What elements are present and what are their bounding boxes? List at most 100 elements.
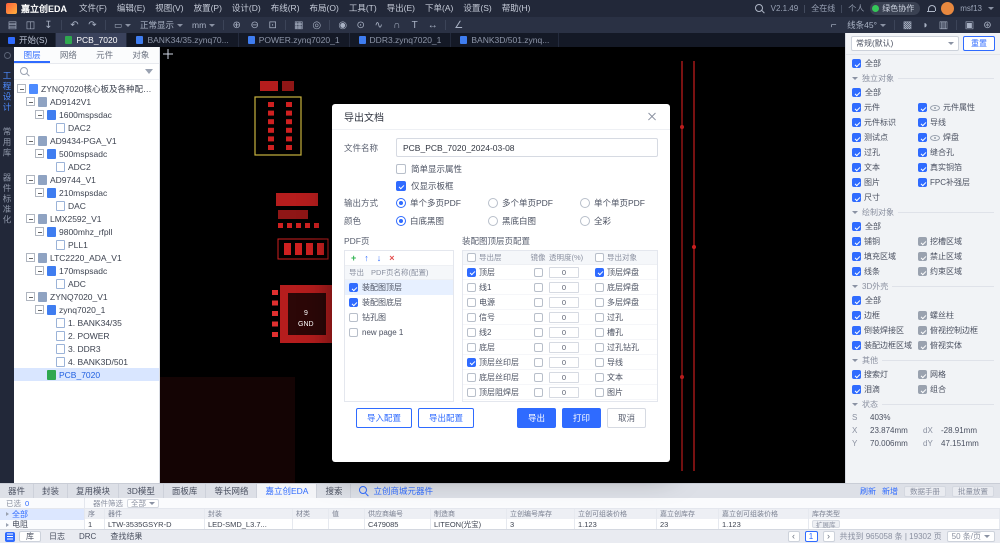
checkbox-icon[interactable] [349, 298, 358, 307]
column-header[interactable]: 嘉立创库存 [657, 509, 719, 519]
grid-icon[interactable]: ▦ [290, 18, 307, 32]
expander-icon[interactable] [35, 149, 44, 158]
checkbox-icon[interactable] [852, 252, 861, 261]
3d-view-icon[interactable]: ▣ [961, 18, 978, 32]
filter-item[interactable]: 约束区域 [918, 266, 994, 277]
filter-item[interactable]: 缝合孔 [918, 147, 994, 158]
expander-icon[interactable] [35, 227, 44, 236]
bottom-tab[interactable]: 嘉立创EDA [257, 484, 317, 498]
print-button[interactable]: 打印 [562, 408, 601, 428]
tree-item[interactable]: ADC2 [14, 160, 159, 173]
checkbox-icon[interactable] [918, 370, 927, 379]
zoom-in-icon[interactable]: ⊕ [228, 18, 245, 32]
column-header[interactable]: 器件 [105, 509, 205, 519]
checkbox-icon[interactable] [467, 388, 476, 397]
tree-item[interactable]: PLL1 [14, 238, 159, 251]
checkbox-icon[interactable] [595, 268, 604, 277]
teardrop-icon[interactable]: ◗ [917, 18, 934, 32]
filter-item[interactable]: 导线 [918, 117, 994, 128]
output-mode-option[interactable]: 多个单页PDF [488, 197, 580, 209]
checkbox-icon[interactable] [918, 267, 927, 276]
checkbox-icon[interactable] [852, 370, 861, 379]
column-header[interactable]: 立创编号库存 [507, 509, 575, 519]
export-button[interactable]: 导出 [517, 408, 556, 428]
pdf-page-row[interactable]: 装配图底层 [345, 295, 453, 310]
radio-icon[interactable] [396, 216, 406, 226]
filter-preset-select[interactable]: 常规(默认) [851, 36, 959, 51]
checkbox-icon[interactable] [852, 178, 861, 187]
pin-icon[interactable] [4, 52, 11, 59]
menubar-item[interactable]: 帮助(H) [497, 0, 536, 17]
save-icon[interactable]: ◫ [22, 18, 39, 32]
tree-search-input[interactable] [34, 66, 141, 77]
radio-icon[interactable] [580, 216, 590, 226]
filter-item[interactable]: 组合 [918, 384, 994, 395]
filter-section-header[interactable]: 绘制对象 [852, 205, 994, 219]
filter-item[interactable]: 焊盘 [918, 132, 994, 143]
account-type[interactable]: 个人 [848, 3, 864, 14]
tree-item[interactable]: 170mspsadc [14, 264, 159, 277]
menubar-item[interactable]: 工具(T) [344, 0, 382, 17]
checkbox-icon[interactable] [396, 181, 406, 191]
checkbox-icon[interactable] [595, 253, 604, 262]
move-page-down-icon[interactable]: ↓ [377, 254, 382, 263]
checkbox-icon[interactable] [918, 103, 927, 112]
tree-item[interactable]: ZYNQ7020核心板及各种配置模块 [14, 82, 159, 95]
left-panel-tab[interactable]: 图层 [14, 47, 50, 63]
color-mode-option[interactable]: 全彩 [580, 215, 672, 227]
checkbox-icon[interactable] [467, 313, 476, 322]
prev-page-button[interactable] [788, 531, 800, 542]
menubar-item[interactable]: 文件(F) [74, 0, 112, 17]
opacity-input[interactable]: 0 [549, 357, 579, 368]
menubar-item[interactable]: 下单(A) [420, 0, 458, 17]
filter-section-header[interactable]: 3D外壳 [852, 279, 994, 293]
filter-item[interactable]: 搜索灯 [852, 369, 918, 380]
column-header[interactable]: 序 [85, 509, 105, 519]
checkbox-icon[interactable] [852, 311, 861, 320]
place-track-icon[interactable]: ∿ [370, 18, 387, 32]
opacity-input[interactable]: 0 [549, 387, 579, 398]
part-filter-select[interactable]: 全部 [127, 499, 159, 508]
place-dimension-icon[interactable]: ↔ [424, 18, 441, 32]
checkbox-icon[interactable] [852, 222, 861, 231]
bottom-tab[interactable]: 面板库 [164, 484, 207, 498]
checkbox-icon[interactable] [534, 313, 543, 322]
tree-item[interactable]: 3. DDR3 [14, 342, 159, 355]
tree-item[interactable]: DAC2 [14, 121, 159, 134]
menubar-item[interactable]: 视图(V) [150, 0, 188, 17]
tree-item[interactable]: 500mspsadc [14, 147, 159, 160]
pdf-page-row[interactable]: new page 1 [345, 325, 453, 340]
filter-item[interactable]: 网格 [918, 369, 994, 380]
place-via-icon[interactable]: ⊙ [352, 18, 369, 32]
tree-item[interactable]: 4. BANK3D/501 [14, 355, 159, 368]
expander-icon[interactable] [26, 292, 35, 301]
checkbox-icon[interactable] [595, 388, 604, 397]
document-tab[interactable]: POWER.zynq7020_1 [239, 33, 350, 47]
parts-search[interactable]: 立创商城元器件 [351, 484, 441, 498]
menubar-item[interactable]: 设计(D) [227, 0, 266, 17]
category-item[interactable]: 全部 [0, 509, 84, 520]
radio-icon[interactable] [396, 198, 406, 208]
left-panel-tab[interactable]: 对象 [123, 47, 159, 63]
checkbox-icon[interactable] [852, 133, 861, 142]
checkbox-icon[interactable] [852, 326, 861, 335]
checkbox-icon[interactable] [534, 343, 543, 352]
close-icon[interactable] [646, 111, 658, 123]
filter-item[interactable]: 挖槽区域 [918, 236, 994, 247]
filter-section-header[interactable]: 其他 [852, 353, 994, 367]
checkbox-icon[interactable] [852, 118, 861, 127]
color-mode-option[interactable]: 白底黑图 [396, 215, 488, 227]
board-select-dropdown[interactable]: ▭ [110, 18, 135, 32]
pdf-page-row[interactable]: 钻孔图 [345, 310, 453, 325]
grid-menu-icon[interactable] [5, 532, 15, 542]
pdf-page-row[interactable]: 装配图顶层 [345, 280, 453, 295]
route-mode-icon[interactable]: ⌐ [825, 18, 842, 32]
filter-item[interactable]: 倒装焊接区 [852, 325, 918, 336]
checkbox-icon[interactable] [918, 341, 927, 350]
checkbox-icon[interactable] [467, 253, 476, 262]
expander-icon[interactable] [35, 266, 44, 275]
current-page[interactable]: 1 [805, 531, 818, 542]
checkbox-icon[interactable] [595, 373, 604, 382]
checkbox-icon[interactable] [852, 88, 861, 97]
tree-item[interactable]: LTC2220_ADA_V1 [14, 251, 159, 264]
